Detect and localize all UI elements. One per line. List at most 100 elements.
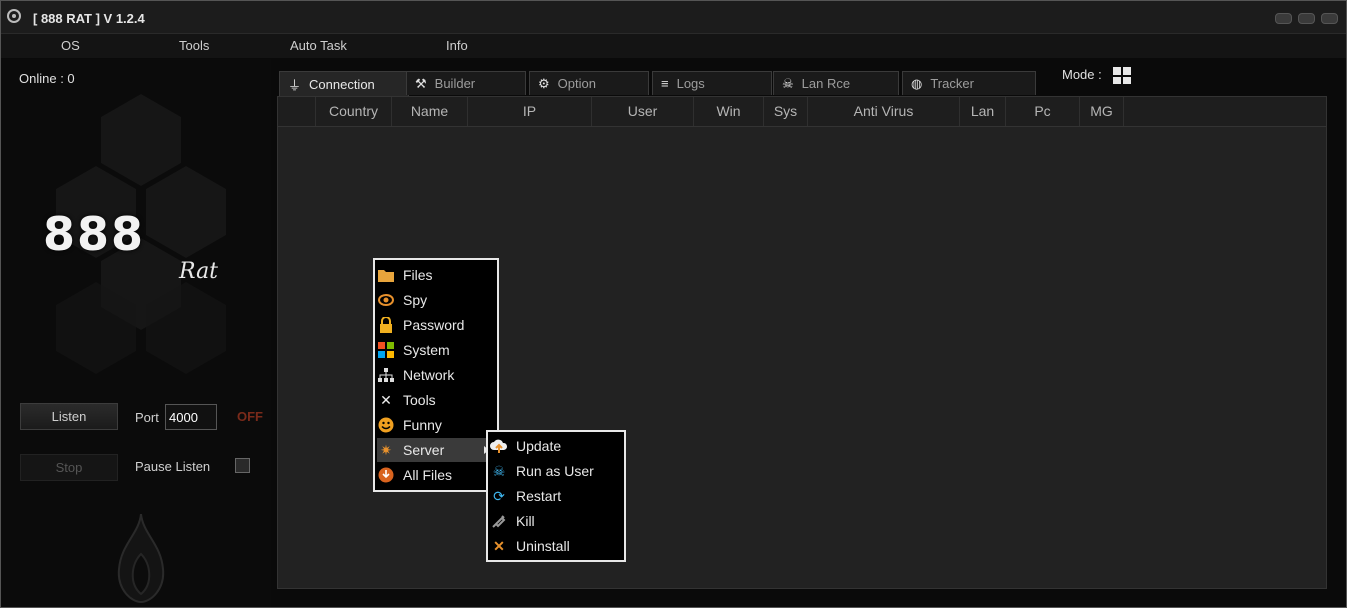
tools-icon: ✕ [380,391,392,408]
menu-item-label: Network [403,367,455,383]
column-country[interactable]: Country [316,97,392,126]
menu-item-label: Update [516,438,562,454]
tab-tracker[interactable]: ◍ Tracker [902,71,1036,95]
menu-item-label: System [403,342,450,358]
menu-item-label: Spy [403,292,428,308]
logo-888: 888 [43,207,146,261]
menu-item-label: Funny [403,417,442,433]
menu-item-restart[interactable]: ⟳ Restart [490,484,622,508]
skull-icon: ☠ [782,75,794,91]
maximize-button[interactable] [1298,13,1315,24]
title-bar[interactable]: [ 888 RAT ] V 1.2.4 [1,1,1346,34]
tab-builder[interactable]: ⚒ Builder [406,71,526,95]
globe-icon: ◍ [911,75,923,91]
flame-emblem-icon [117,514,165,604]
column-sys[interactable]: Sys [764,97,808,126]
left-panel: Online : 0 888 Rat Listen Port OFF Stop … [1,59,271,607]
menu-info[interactable]: Info [446,38,468,53]
menu-item-tools[interactable]: ✕ Tools [377,388,495,412]
column-ip[interactable]: IP [468,97,592,126]
tab-label: Connection [309,76,375,92]
refresh-icon: ⟳ [493,487,505,504]
column-user[interactable]: User [592,97,694,126]
menu-item-run-as-user[interactable]: ☠ Run as User [490,459,622,483]
menu-item-kill[interactable]: Kill [490,509,622,533]
database-icon: ≡ [661,76,669,91]
online-count: Online : 0 [19,71,75,86]
pause-listen-checkbox[interactable] [235,458,250,473]
port-label: Port [135,410,159,425]
tools-icon: ⚒ [415,75,427,91]
menu-item-label: Files [403,267,433,283]
menu-item-label: Server [403,442,445,458]
close-icon: ✕ [493,537,505,554]
network-icon [377,366,395,384]
tab-label: Tracker [930,76,974,91]
server-icon: ✷ [380,441,392,458]
tab-label: Builder [434,76,476,91]
column-mg[interactable]: MG [1080,97,1124,126]
menu-auto-task[interactable]: Auto Task [290,38,347,53]
tab-logs[interactable]: ≡ Logs [652,71,772,95]
port-input[interactable] [165,404,217,430]
menu-item-system[interactable]: System [377,338,495,362]
syringe-icon [490,512,508,530]
column-lan[interactable]: Lan [960,97,1006,126]
menu-item-uninstall[interactable]: ✕ Uninstall [490,534,622,558]
folder-icon [377,266,395,284]
menu-tools[interactable]: Tools [179,38,209,53]
windows-icon [377,341,395,359]
menu-bar: OS Tools Auto Task Info [1,34,1346,58]
stop-button[interactable]: Stop [20,454,118,481]
app-icon[interactable] [7,9,21,23]
menu-item-spy[interactable]: Spy [377,288,495,312]
menu-item-label: Restart [516,488,562,504]
tab-label: Option [557,76,596,91]
menu-item-label: All Files [403,467,453,483]
plug-icon: ⏚ [288,77,302,93]
context-menu: Files Spy Password System Network ✕ Tool… [373,258,499,492]
menu-item-password[interactable]: Password [377,313,495,337]
tab-option[interactable]: ⚙ Option [529,71,649,95]
menu-os[interactable]: OS [61,38,80,53]
menu-item-server[interactable]: ✷ Server [377,438,495,462]
column-pc[interactable]: Pc [1006,97,1080,126]
status-off: OFF [237,409,263,424]
gear-icon: ⚙ [538,75,550,91]
column-selector[interactable] [278,97,316,126]
app-window: [ 888 RAT ] V 1.2.4 OS Tools Auto Task I… [0,0,1347,608]
column-anti-virus[interactable]: Anti Virus [808,97,960,126]
menu-item-all-files[interactable]: All Files [377,463,495,487]
minimize-button[interactable] [1275,13,1292,24]
server-submenu: Update ☠ Run as User ⟳ Restart Kill ✕ Un… [486,430,626,562]
column-name[interactable]: Name [392,97,468,126]
menu-item-funny[interactable]: Funny [377,413,495,437]
windows-icon[interactable] [1113,67,1131,84]
close-button[interactable] [1321,13,1338,24]
tab-lan-rce[interactable]: ☠ Lan Rce [773,71,899,95]
column-win[interactable]: Win [694,97,764,126]
tab-connection[interactable]: ⏚ Connection [279,71,409,96]
eye-icon [377,291,395,309]
logo-rat: Rat [179,259,219,284]
window-controls [1275,13,1338,24]
pause-listen-label: Pause Listen [135,459,211,474]
window-title: [ 888 RAT ] V 1.2.4 [33,11,145,26]
lock-icon [377,316,395,334]
menu-item-label: Uninstall [516,538,570,554]
cloud-upload-icon [490,437,508,455]
mode-label: Mode : [1062,67,1102,82]
tab-label: Logs [676,76,705,91]
menu-item-update[interactable]: Update [490,434,622,458]
download-icon [377,466,395,484]
grid-header: Country Name IP User Win Sys Anti Virus … [278,97,1326,127]
menu-item-label: Tools [403,392,436,408]
menu-item-label: Password [403,317,465,333]
listen-button[interactable]: Listen [20,403,118,430]
menu-item-files[interactable]: Files [377,263,495,287]
menu-item-network[interactable]: Network [377,363,495,387]
smiley-icon [377,416,395,434]
skull-icon: ☠ [492,462,506,479]
menu-item-label: Kill [516,513,535,529]
menu-item-label: Run as User [516,463,594,479]
